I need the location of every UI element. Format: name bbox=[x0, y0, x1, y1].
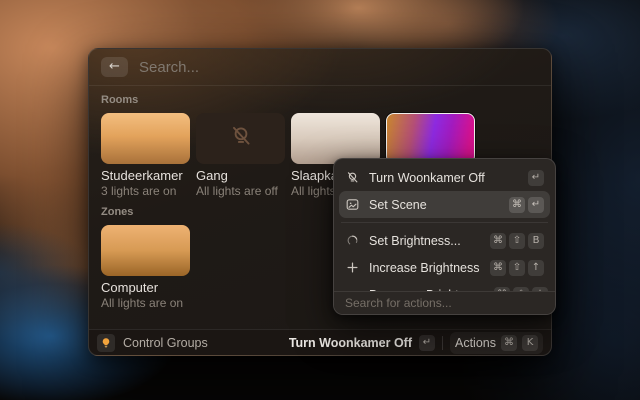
actions-search-bar[interactable]: Search for actions... bbox=[334, 291, 555, 314]
status-bar: Control Groups Turn Woonkamer Off ↵ Acti… bbox=[89, 329, 551, 355]
room-card-studeerkamer[interactable]: Studeerkamer 3 lights are on bbox=[101, 113, 190, 198]
actions-menu: Turn Woonkamer Off ↵ Set Scene ⌘ ↵ bbox=[333, 158, 556, 315]
k-key-badge: K bbox=[522, 335, 538, 351]
light-off-icon bbox=[228, 123, 254, 154]
menu-item-increase-brightness[interactable]: Increase Brightness ⌘ ⇧ ↑ bbox=[339, 254, 550, 281]
menu-item-label: Set Brightness... bbox=[369, 234, 481, 248]
search-input[interactable]: Search... bbox=[139, 59, 539, 76]
room-color-preview bbox=[386, 113, 475, 164]
room-status: All lights are off bbox=[196, 185, 285, 198]
plus-icon bbox=[345, 260, 360, 275]
zone-status: All lights are on bbox=[101, 297, 190, 310]
shift-key-badge: ⇧ bbox=[509, 260, 525, 276]
cmd-key-badge: ⌘ bbox=[509, 197, 525, 213]
room-color-preview bbox=[291, 113, 380, 164]
room-name: Studeerkamer bbox=[101, 169, 190, 183]
room-card-gang[interactable]: Gang All lights are off bbox=[196, 113, 285, 198]
scene-icon bbox=[345, 197, 360, 212]
footer-app: Control Groups bbox=[97, 334, 208, 352]
menu-divider bbox=[341, 222, 548, 223]
b-key-badge: B bbox=[528, 233, 544, 249]
actions-search-input[interactable]: Search for actions... bbox=[345, 296, 452, 310]
lightbulb-icon bbox=[97, 334, 115, 352]
shift-key-badge: ⇧ bbox=[509, 233, 525, 249]
cmd-key-badge: ⌘ bbox=[490, 260, 506, 276]
menu-item-label: Turn Woonkamer Off bbox=[369, 171, 519, 185]
desktop-wallpaper: ← Search... Rooms Studeerkamer 3 lights … bbox=[0, 0, 640, 400]
enter-key-badge: ↵ bbox=[528, 197, 544, 213]
menu-item-turn-woonkamer-off[interactable]: Turn Woonkamer Off ↵ bbox=[339, 164, 550, 191]
primary-action-label[interactable]: Turn Woonkamer Off bbox=[289, 336, 412, 350]
footer-actions-area: Turn Woonkamer Off ↵ Actions ⌘ K bbox=[289, 332, 543, 354]
actions-button-label: Actions bbox=[455, 336, 496, 350]
enter-key-badge: ↵ bbox=[528, 170, 544, 186]
actions-menu-list: Turn Woonkamer Off ↵ Set Scene ⌘ ↵ bbox=[334, 159, 555, 291]
footer-divider bbox=[442, 336, 443, 350]
room-color-preview bbox=[196, 113, 285, 164]
cmd-key-badge: ⌘ bbox=[490, 233, 506, 249]
zone-name: Computer bbox=[101, 281, 190, 295]
menu-item-set-scene[interactable]: Set Scene ⌘ ↵ bbox=[339, 191, 550, 218]
search-bar: ← Search... bbox=[89, 49, 551, 86]
enter-key-badge: ↵ bbox=[419, 335, 435, 351]
back-button[interactable]: ← bbox=[101, 57, 128, 77]
room-name: Gang bbox=[196, 169, 285, 183]
light-off-icon bbox=[345, 170, 360, 185]
menu-item-label: Set Scene bbox=[369, 198, 500, 212]
arrow-up-key-badge: ↑ bbox=[528, 260, 544, 276]
zone-color-preview bbox=[101, 225, 190, 276]
section-header-rooms: Rooms bbox=[101, 94, 539, 106]
actions-button[interactable]: Actions ⌘ K bbox=[450, 332, 543, 354]
room-status: 3 lights are on bbox=[101, 185, 190, 198]
arrow-left-icon: ← bbox=[109, 59, 120, 74]
menu-item-decrease-brightness[interactable]: Decrease Brightness ⌘ ⇧ ↓ bbox=[339, 281, 550, 291]
menu-item-label: Increase Brightness bbox=[369, 261, 481, 275]
zone-card-computer[interactable]: Computer All lights are on bbox=[101, 225, 190, 310]
room-color-preview bbox=[101, 113, 190, 164]
brightness-circle-icon bbox=[345, 233, 360, 248]
footer-app-name: Control Groups bbox=[123, 336, 208, 350]
cmd-key-badge: ⌘ bbox=[501, 335, 517, 351]
menu-item-set-brightness[interactable]: Set Brightness... ⌘ ⇧ B bbox=[339, 227, 550, 254]
